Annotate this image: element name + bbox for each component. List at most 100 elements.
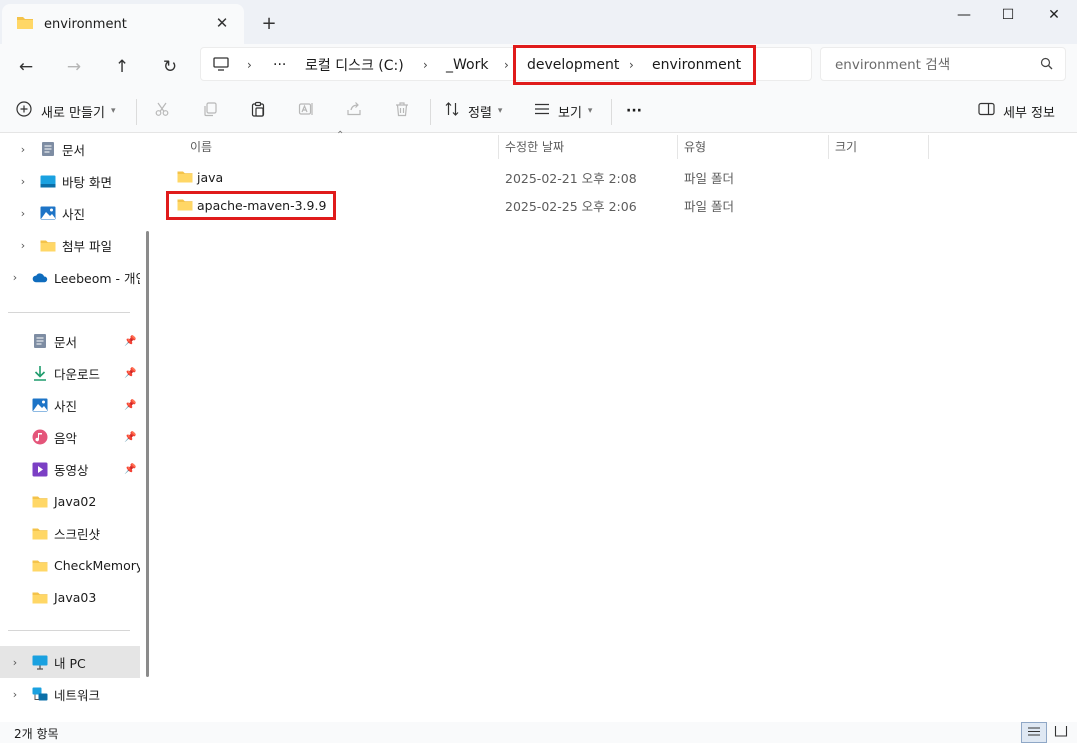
sidebar-item-label: 문서 <box>54 334 78 350</box>
computer-icon[interactable] <box>213 57 229 75</box>
sidebar-item-pictures[interactable]: › 사진 <box>0 197 140 229</box>
video-icon <box>32 461 48 477</box>
quick-access-java03[interactable]: Java03 <box>0 581 140 613</box>
rename-icon <box>298 101 314 121</box>
chevron-right-icon[interactable]: › <box>17 239 29 252</box>
share-button[interactable] <box>338 96 370 126</box>
breadcrumb-work[interactable]: _Work <box>446 48 488 82</box>
divider <box>8 630 130 631</box>
new-tab-button[interactable]: + <box>258 12 280 34</box>
document-icon <box>40 141 56 157</box>
sidebar-item-label: 첨부 파일 <box>62 238 112 254</box>
breadcrumb-separator[interactable]: › <box>504 48 509 82</box>
cut-button[interactable] <box>146 96 178 126</box>
delete-button[interactable] <box>386 96 418 126</box>
tab-environment[interactable]: environment ✕ <box>2 4 244 44</box>
quick-access-pictures[interactable]: 사진 📌 <box>0 389 140 421</box>
quick-access-java02[interactable]: Java02 <box>0 485 140 517</box>
quick-access-videos[interactable]: 동영상 📌 <box>0 453 140 485</box>
sidebar-item-network[interactable]: › 네트워크 <box>0 678 140 710</box>
folder-icon <box>16 15 34 33</box>
column-header-modified[interactable]: 수정한 날짜 <box>499 133 677 159</box>
pin-icon[interactable]: 📌 <box>124 464 136 475</box>
details-view-icon <box>1027 725 1041 740</box>
cloud-icon <box>32 269 48 285</box>
search-icon[interactable] <box>1040 57 1053 73</box>
tiles-view-button[interactable] <box>1048 722 1074 743</box>
sidebar-item-label: CheckMemory <box>54 557 140 573</box>
quick-access-downloads[interactable]: 다운로드 📌 <box>0 357 140 389</box>
rename-button[interactable] <box>290 96 322 126</box>
desktop-icon <box>40 173 56 189</box>
paste-button[interactable] <box>242 96 274 126</box>
details-pane-button[interactable]: 세부 정보 <box>978 96 1055 126</box>
divider <box>8 312 130 313</box>
status-bar: 2개 항목 <box>0 722 1077 743</box>
back-button[interactable]: ← <box>10 51 42 83</box>
music-icon <box>32 429 48 445</box>
highlight-box <box>513 45 756 85</box>
sort-icon <box>444 101 460 121</box>
item-count: 2개 항목 <box>14 727 59 741</box>
sidebar-item-label: 사진 <box>54 398 78 414</box>
pin-icon[interactable]: 📌 <box>124 368 136 379</box>
quick-access-checkmemory[interactable]: CheckMemory <box>0 549 140 581</box>
chevron-right-icon[interactable]: › <box>17 143 29 156</box>
sidebar-item-documents[interactable]: › 문서 <box>0 133 140 165</box>
sidebar-item-attachments[interactable]: › 첨부 파일 <box>0 229 140 261</box>
column-header-size[interactable]: 크기 <box>829 133 929 159</box>
picture-icon <box>40 205 56 221</box>
breadcrumb-local-disk[interactable]: 로컬 디스크 (C:) <box>305 48 404 82</box>
file-type: 파일 폴더 <box>684 170 734 186</box>
pin-icon[interactable]: 📌 <box>124 432 136 443</box>
column-header-type[interactable]: 유형 <box>678 133 828 159</box>
search-box[interactable] <box>820 47 1066 81</box>
sidebar-scrollbar[interactable] <box>146 231 149 677</box>
more-options-button[interactable]: ··· <box>626 96 642 126</box>
chevron-right-icon[interactable]: › <box>17 175 29 188</box>
up-button[interactable]: ↑ <box>106 51 138 83</box>
tab-close-button[interactable]: ✕ <box>212 13 232 33</box>
sidebar-item-label: Java02 <box>54 493 97 509</box>
minimize-button[interactable]: — <box>941 0 987 30</box>
chevron-right-icon[interactable]: › <box>9 271 21 284</box>
quick-access-screenshots[interactable]: 스크린샷 <box>0 517 140 549</box>
breadcrumb-separator[interactable]: › <box>423 48 428 82</box>
view-label: 보기 <box>558 105 582 121</box>
file-row-java[interactable]: java 2025-02-21 오후 2:08 파일 폴더 <box>170 163 930 191</box>
sidebar-item-this-pc[interactable]: › 내 PC <box>0 646 140 678</box>
sidebar-item-label: 사진 <box>62 206 86 222</box>
chevron-right-icon[interactable]: › <box>9 656 21 669</box>
view-button[interactable]: 보기 ▾ <box>534 96 592 126</box>
sort-button[interactable]: 정렬 ▾ <box>444 96 502 126</box>
copy-button[interactable] <box>194 96 226 126</box>
close-window-button[interactable]: ✕ <box>1031 0 1077 30</box>
details-view-button[interactable] <box>1021 722 1047 743</box>
breadcrumb-separator[interactable]: › <box>247 48 252 82</box>
monitor-icon <box>32 654 48 670</box>
quick-access-music[interactable]: 음악 📌 <box>0 421 140 453</box>
quick-access-documents[interactable]: 문서 📌 <box>0 325 140 357</box>
column-header-name[interactable]: 이름 <box>184 133 498 159</box>
divider <box>430 99 431 125</box>
divider <box>136 99 137 125</box>
sidebar-item-label: 네트워크 <box>54 687 101 703</box>
refresh-button[interactable]: ↻ <box>154 51 186 83</box>
sidebar-item-desktop[interactable]: › 바탕 화면 <box>0 165 140 197</box>
chevron-down-icon: ▾ <box>587 106 593 116</box>
pin-icon[interactable]: 📌 <box>124 400 136 411</box>
chevron-right-icon[interactable]: › <box>9 688 21 701</box>
maximize-button[interactable]: ☐ <box>985 0 1031 30</box>
column-divider[interactable] <box>928 135 929 159</box>
highlight-box <box>166 191 336 220</box>
chevron-right-icon[interactable]: › <box>17 207 29 220</box>
breadcrumb-overflow[interactable]: ··· <box>273 48 286 82</box>
new-button-label: 새로 만들기 <box>41 105 105 121</box>
new-button[interactable]: 새로 만들기 ▾ <box>16 96 115 126</box>
sidebar-item-onedrive[interactable]: › Leebeom - 개인 <box>0 261 140 293</box>
divider <box>611 99 612 125</box>
scissors-icon <box>154 101 170 121</box>
pin-icon[interactable]: 📌 <box>124 336 136 347</box>
forward-button[interactable]: → <box>58 51 90 83</box>
search-input[interactable] <box>835 54 1035 76</box>
